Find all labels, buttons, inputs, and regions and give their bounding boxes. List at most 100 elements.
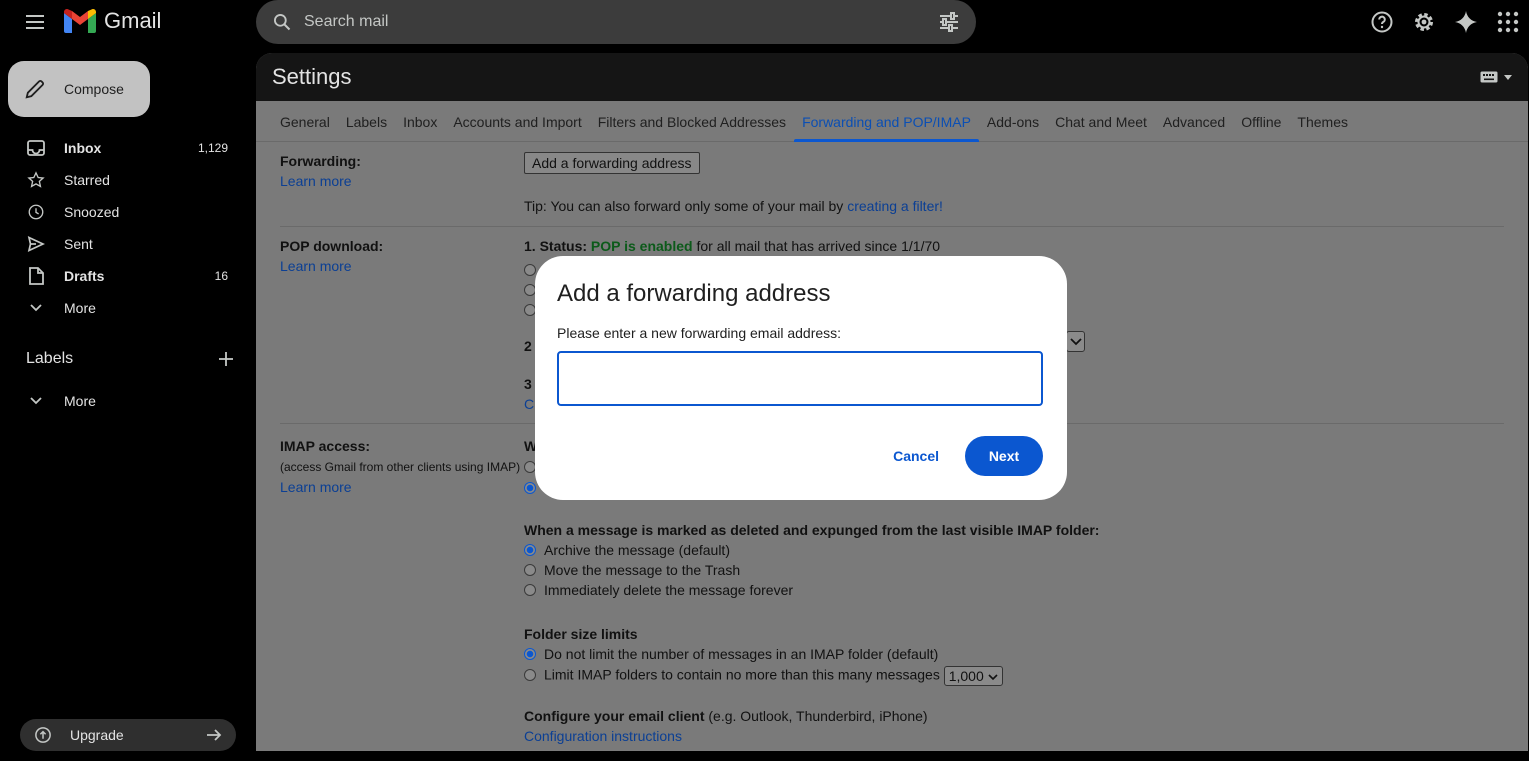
folder-option-no-limit[interactable]: Do not limit the number of messages in a… xyxy=(524,646,938,662)
sidebar-item-starred[interactable]: Starred xyxy=(0,164,256,196)
upgrade-button[interactable]: Upgrade xyxy=(20,719,236,751)
search-bar[interactable]: Search mail xyxy=(256,0,976,44)
tab-chat-and-meet[interactable]: Chat and Meet xyxy=(1047,114,1155,141)
pop-download-label: POP download: xyxy=(280,238,384,254)
radio-button[interactable] xyxy=(524,564,536,576)
radio-button[interactable] xyxy=(524,648,536,660)
configuration-instructions-link[interactable]: Configuration instructions xyxy=(524,728,682,744)
tab-inbox[interactable]: Inbox xyxy=(395,114,445,141)
main-menu-button[interactable] xyxy=(20,8,52,36)
tab-accounts-and-import[interactable]: Accounts and Import xyxy=(445,114,589,141)
option-label: Do not limit the number of messages in a… xyxy=(544,646,939,662)
compose-button[interactable]: Compose xyxy=(8,61,150,117)
option-label: Move the message to the Trash xyxy=(544,562,741,578)
deleted-option-trash[interactable]: Move the message to the Trash xyxy=(524,562,740,578)
tab-offline[interactable]: Offline xyxy=(1233,114,1289,141)
send-icon xyxy=(27,236,45,252)
radio-button[interactable] xyxy=(524,668,536,681)
pop-status-value: POP is enabled xyxy=(590,238,693,254)
unread-count: 1,129 xyxy=(197,141,228,155)
pop-step-3: 3 xyxy=(524,376,532,392)
arrow-right-icon xyxy=(207,729,222,741)
tab-advanced[interactable]: Advanced xyxy=(1155,114,1233,141)
help-icon xyxy=(1371,11,1393,33)
compose-label: Compose xyxy=(64,81,124,97)
folder-size-title: Folder size limits xyxy=(524,626,638,642)
forwarding-label: Forwarding: xyxy=(280,153,361,169)
pop-step-2: 2 xyxy=(524,338,532,354)
gemini-button[interactable] xyxy=(1445,2,1487,42)
search-icon[interactable] xyxy=(272,12,292,32)
sidebar-item-sent[interactable]: Sent xyxy=(0,228,256,260)
deleted-option-archive[interactable]: Archive the message (default) xyxy=(524,542,730,558)
pop-action-select[interactable] xyxy=(1066,331,1085,352)
radio-button[interactable] xyxy=(524,264,536,276)
keyboard-icon xyxy=(1480,71,1498,83)
labels-more-label: More xyxy=(64,393,96,409)
configure-client: Configure your email client (e.g. Outloo… xyxy=(524,708,928,724)
draft-icon xyxy=(29,267,44,285)
sidebar-item-drafts[interactable]: Drafts 16 xyxy=(0,260,256,292)
hamburger-icon xyxy=(26,15,44,17)
settings-header: Settings xyxy=(256,53,1528,101)
add-forwarding-address-button[interactable]: Add a forwarding address xyxy=(524,152,700,174)
caret-down-icon xyxy=(1504,74,1512,80)
deleted-option-delete[interactable]: Immediately delete the message forever xyxy=(524,582,793,598)
clock-icon xyxy=(28,204,44,220)
dialog-actions: Cancel Next xyxy=(893,436,1043,476)
option-label: Limit IMAP folders to contain no more th… xyxy=(544,666,940,683)
forwarding-learn-more-link[interactable]: Learn more xyxy=(280,173,352,189)
help-button[interactable] xyxy=(1361,2,1403,42)
create-filter-link[interactable]: creating a filter! xyxy=(847,198,943,214)
input-tools-button[interactable] xyxy=(1480,71,1512,83)
tab-forwarding-and-pop-imap[interactable]: Forwarding and POP/IMAP xyxy=(794,114,979,142)
sidebar-item-snoozed[interactable]: Snoozed xyxy=(0,196,256,228)
radio-button[interactable] xyxy=(524,544,536,556)
folder-limit-select[interactable]: 1,000 xyxy=(943,666,1003,686)
sparkle-icon xyxy=(1455,11,1477,33)
forwarding-email-input[interactable] xyxy=(557,351,1043,406)
pop-config-link[interactable]: C xyxy=(524,396,534,412)
labels-more[interactable]: More xyxy=(0,385,256,417)
gmail-logo[interactable]: Gmail xyxy=(64,8,161,34)
imap-learn-more-link[interactable]: Learn more xyxy=(280,479,352,495)
sidebar-item-more[interactable]: More xyxy=(0,292,256,324)
plus-icon[interactable] xyxy=(218,351,234,367)
tab-general[interactable]: General xyxy=(272,114,338,141)
option-label: Archive the message (default) xyxy=(544,542,730,558)
search-input[interactable]: Search mail xyxy=(304,13,938,31)
next-button[interactable]: Next xyxy=(965,436,1043,476)
imap-access-sub: (access Gmail from other clients using I… xyxy=(280,460,521,474)
sidebar-item-label: Drafts xyxy=(64,268,105,284)
add-forwarding-dialog: Add a forwarding address Please enter a … xyxy=(535,256,1067,500)
chevron-down-icon xyxy=(30,304,42,312)
sidebar-nav: Inbox 1,129 Starred Snoozed Sent Drafts … xyxy=(0,132,256,324)
tab-add-ons[interactable]: Add-ons xyxy=(979,114,1047,141)
tab-filters-and-blocked-addresses[interactable]: Filters and Blocked Addresses xyxy=(590,114,794,141)
sidebar-item-inbox[interactable]: Inbox 1,129 xyxy=(0,132,256,164)
settings-tabs: General Labels Inbox Accounts and Import… xyxy=(256,101,1528,142)
radio-button[interactable] xyxy=(524,482,536,494)
radio-button[interactable] xyxy=(524,584,536,596)
pop-learn-more-link[interactable]: Learn more xyxy=(280,258,352,274)
option-label: Immediately delete the message forever xyxy=(544,582,794,598)
star-icon xyxy=(27,171,45,188)
chevron-down-icon xyxy=(988,674,998,681)
search-options-icon[interactable] xyxy=(938,12,960,32)
apps-grid-icon xyxy=(1497,11,1519,33)
sidebar-item-label: Starred xyxy=(64,172,110,188)
apps-button[interactable] xyxy=(1487,2,1529,42)
tab-themes[interactable]: Themes xyxy=(1289,114,1356,141)
cancel-button[interactable]: Cancel xyxy=(893,448,939,464)
sidebar-item-label: More xyxy=(64,300,96,316)
forwarding-tip: Tip: You can also forward only some of y… xyxy=(524,198,943,214)
sidebar-item-label: Snoozed xyxy=(64,204,120,220)
imap-access-label: IMAP access: xyxy=(280,438,371,454)
pop-status-prefix: 1. Status: xyxy=(524,238,591,254)
tab-labels[interactable]: Labels xyxy=(338,114,395,141)
upgrade-label: Upgrade xyxy=(70,727,124,743)
sidebar-item-label: Inbox xyxy=(64,140,102,156)
top-bar: Gmail Search mail xyxy=(0,0,1529,44)
folder-option-limit[interactable]: Limit IMAP folders to contain no more th… xyxy=(524,666,1003,686)
settings-button[interactable] xyxy=(1403,2,1445,42)
